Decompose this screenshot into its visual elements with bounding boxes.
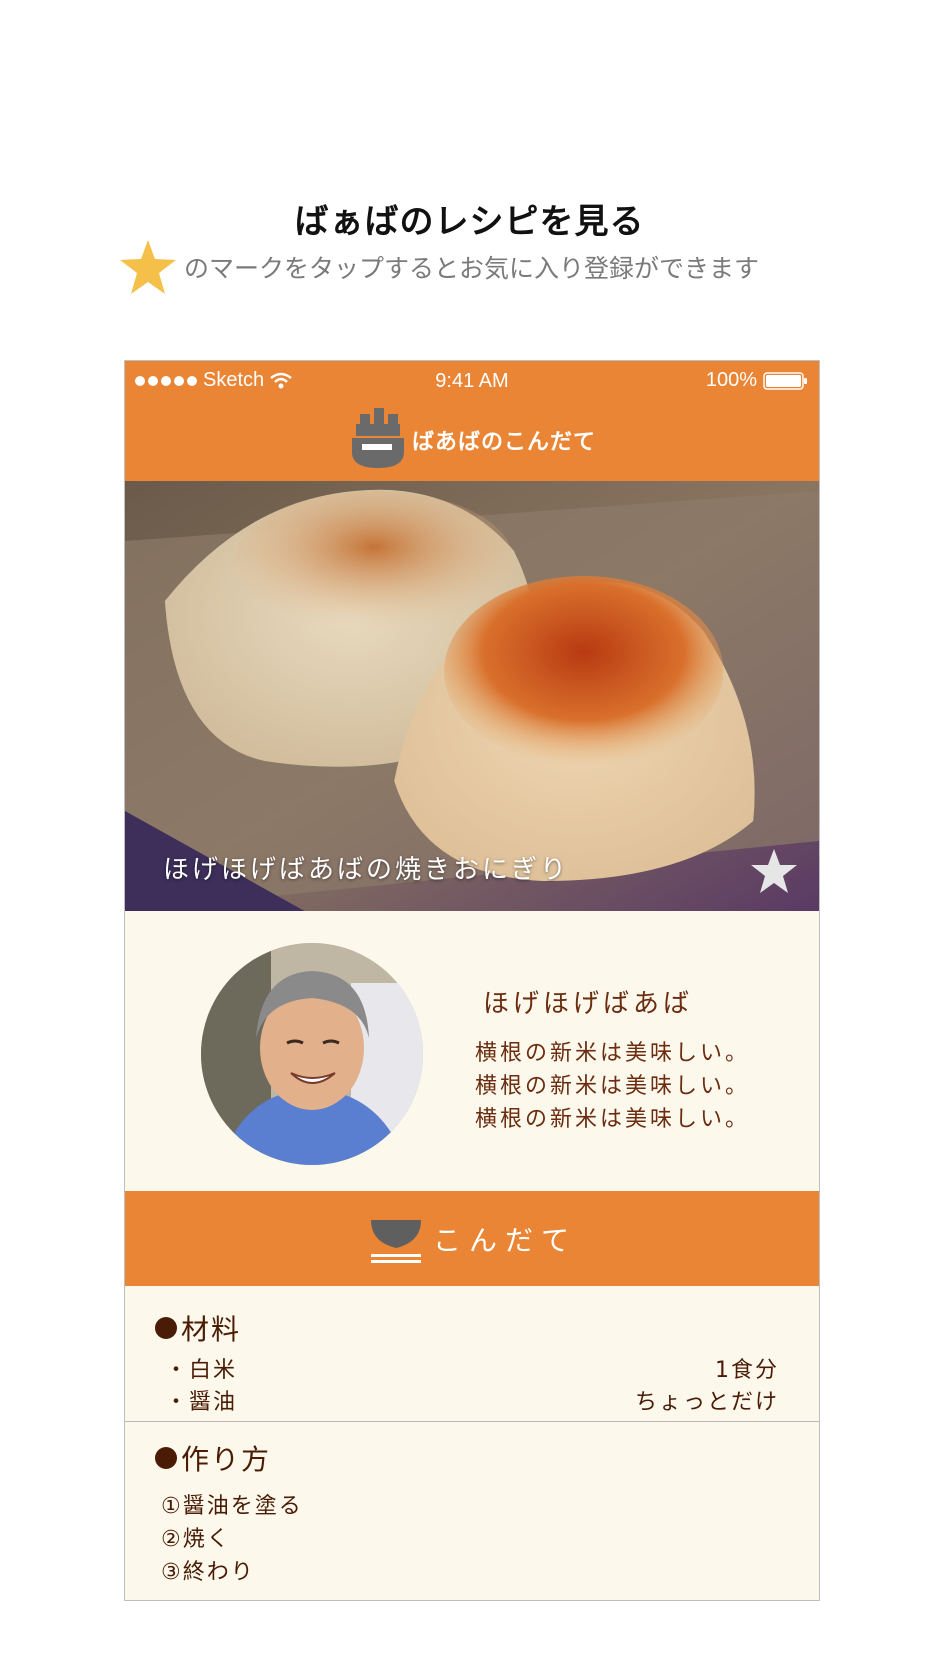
recipe-title: ほげほげばあばの焼きおにぎり xyxy=(163,855,570,885)
steps-heading: 作り方 xyxy=(155,1438,271,1478)
battery-icon xyxy=(763,371,807,390)
battery-percent: 100% xyxy=(705,369,757,391)
ingredients-heading-label: 材料 xyxy=(181,1313,242,1346)
grandma-profile: ほげほげばあば 横根の新米は美味しい。 横根の新米は美味しい。 横根の新米は美味… xyxy=(125,911,819,1191)
ingredient-name: ・醤油 xyxy=(165,1390,238,1415)
menu-title: こんだて xyxy=(432,1223,577,1257)
step-item: ①醤油を塗る xyxy=(161,1494,303,1519)
nav-title: ばあばのこんだて xyxy=(411,430,596,455)
ingredients-heading: 材料 xyxy=(155,1308,241,1348)
phone-screen: Sketch 9:41 AM 100% ばあばのこんだて ほげほげばあばの焼きお… xyxy=(124,360,820,1601)
hero-image: ほげほげばあばの焼きおにぎり xyxy=(125,481,819,911)
grandma-name: ほげほげばあば xyxy=(483,989,694,1019)
promo-subtitle-text: のマークをタップするとお気に入り登録ができます xyxy=(184,254,760,283)
grandma-bio: 横根の新米は美味しい。 横根の新米は美味しい。 横根の新米は美味しい。 xyxy=(475,1037,750,1136)
promo-subtitle: のマークをタップするとお気に入り登録ができます xyxy=(118,240,759,294)
status-bar: Sketch 9:41 AM 100% xyxy=(125,361,819,399)
nav-bar: ばあばのこんだて xyxy=(125,399,819,481)
star-icon xyxy=(120,240,176,294)
step-item: ②焼く xyxy=(161,1527,231,1552)
bio-line: 横根の新米は美味しい。 xyxy=(475,1041,751,1066)
grandma-photo xyxy=(201,943,423,1165)
rice-bowl-icon xyxy=(370,1219,421,1263)
steps-section: 作り方 ①醤油を塗る ②焼く ③終わり xyxy=(125,1422,819,1600)
steps-heading-label: 作り方 xyxy=(181,1443,272,1476)
ingredient-row: ・白米 1食分 xyxy=(165,1352,779,1384)
grilled-rice-ball-photo xyxy=(125,481,819,911)
bio-line: 横根の新米は美味しい。 xyxy=(475,1107,751,1132)
promo-title: ばぁばのレシピを見る xyxy=(294,202,645,242)
avatar xyxy=(201,943,423,1165)
bullet-icon xyxy=(155,1447,177,1469)
favorite-star-icon[interactable] xyxy=(749,847,799,895)
ingredient-amount: 1食分 xyxy=(715,1358,779,1383)
step-item: ③終わり xyxy=(161,1560,255,1585)
status-right: 100% xyxy=(706,369,809,392)
menu-header: こんだて xyxy=(125,1191,819,1286)
ingredients-section: 材料 ・白米 1食分 ・醤油 ちょっとだけ xyxy=(125,1286,819,1422)
ingredient-name: ・白米 xyxy=(165,1358,238,1383)
bullet-icon xyxy=(155,1317,177,1339)
bio-line: 横根の新米は美味しい。 xyxy=(475,1074,751,1099)
ingredient-amount: ちょっとだけ xyxy=(634,1390,779,1415)
cooking-pot-logo-icon xyxy=(351,408,404,468)
ingredient-row: ・醤油 ちょっとだけ xyxy=(165,1384,779,1416)
